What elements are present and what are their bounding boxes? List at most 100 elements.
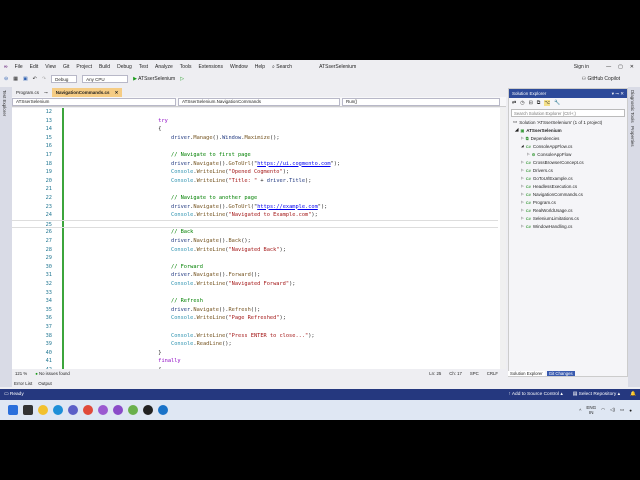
solution-item[interactable]: ▷ C# RealWorldUsage.cs	[509, 206, 627, 214]
undo-icon[interactable]: ↶	[33, 76, 37, 82]
menu-build[interactable]: Build	[99, 64, 110, 70]
start-button[interactable]: ▶ ATSserSelenium	[133, 76, 175, 82]
solution-item[interactable]: ▷ ⧉ Dependencies	[509, 134, 627, 142]
code-line[interactable]: 39 Console.ReadLine();	[12, 340, 498, 349]
add-to-source-control-button[interactable]: ↑ Add to Source Control ▴	[508, 392, 562, 397]
menu-project[interactable]: Project	[76, 64, 92, 70]
configuration-select[interactable]: Debug	[51, 75, 78, 83]
expand-icon[interactable]: ▷	[521, 224, 524, 228]
solution-item[interactable]: ▷ ⚙ ConsoleAppFlow	[509, 150, 627, 158]
copilot-icon[interactable]	[98, 405, 108, 415]
menu-debug[interactable]: Debug	[117, 64, 132, 70]
language-indicator[interactable]: ENG IN	[586, 405, 596, 415]
git-changes-tab[interactable]: Git Changes	[546, 370, 575, 376]
expand-icon[interactable]: ▷	[521, 208, 524, 212]
github-copilot-button[interactable]: ⚇ GitHub Copilot	[582, 76, 620, 82]
solution-item[interactable]: ▷ C# HeadlessExecution.cs	[509, 182, 627, 190]
new-item-icon[interactable]: ▦	[13, 76, 18, 82]
close-button[interactable]: ✕	[630, 64, 634, 70]
project-dropdown[interactable]: ATSserSelenium	[12, 97, 176, 106]
teams-icon[interactable]	[68, 405, 78, 415]
code-line[interactable]: 16	[12, 142, 498, 151]
filter-icon[interactable]: ⌥	[544, 100, 551, 106]
notepad-icon[interactable]	[128, 405, 138, 415]
history-icon[interactable]: ◷	[520, 100, 524, 106]
expand-icon[interactable]: ▷	[521, 184, 524, 188]
properties-tab[interactable]: Properties	[630, 126, 635, 147]
code-line[interactable]: 25	[12, 219, 498, 229]
solution-item[interactable]: ▷ C# NavigationCommands.cs	[509, 190, 627, 198]
menu-git[interactable]: Git	[63, 64, 69, 70]
close-panel-icon[interactable]: ▾ ⊸ ✕	[612, 91, 624, 97]
solution-item[interactable]: ▷ C# CrossBrowserConcept.cs	[509, 158, 627, 166]
code-line[interactable]: 17 // Navigate to first page	[12, 151, 498, 160]
code-line[interactable]: 28 Console.WriteLine("Navigated Back");	[12, 246, 498, 255]
minimize-button[interactable]: —	[606, 64, 611, 70]
solution-item[interactable]: ◢ C# ConsoleAppFlow.cs	[509, 142, 627, 150]
volume-icon[interactable]: ◁)	[610, 407, 615, 413]
expand-icon[interactable]: ▷	[521, 176, 524, 180]
code-line[interactable]: 37	[12, 323, 498, 332]
tab-program-cs[interactable]: Program.cs ⊸	[12, 88, 52, 97]
back-icon[interactable]: ⊖	[4, 76, 8, 82]
code-line[interactable]: 41 finally	[12, 357, 498, 366]
menu-edit[interactable]: Edit	[30, 64, 39, 70]
expand-icon[interactable]: ◢	[521, 144, 524, 148]
menu-file[interactable]: File	[15, 64, 23, 70]
solution-item[interactable]: ▷ C# SeleniumLimitations.cs	[509, 214, 627, 222]
sync-icon[interactable]: ⇄	[512, 100, 516, 106]
search-button[interactable]: ⌕ Search	[272, 64, 292, 70]
diagnostic-tools-tab[interactable]: Diagnostic Tools	[630, 90, 635, 123]
expand-icon[interactable]: ▷	[527, 152, 530, 156]
wifi-icon[interactable]: ◠	[601, 407, 605, 413]
properties-icon[interactable]: 🔧	[554, 100, 560, 106]
test-explorer-tab[interactable]: Test Explorer	[2, 90, 7, 116]
outlook-icon[interactable]	[158, 405, 168, 415]
code-line[interactable]: 40 }	[12, 349, 498, 358]
issues-indicator[interactable]: ● No issues found	[35, 371, 70, 376]
member-dropdown[interactable]: Run()	[342, 97, 500, 106]
code-line[interactable]: 26 // Back	[12, 228, 498, 237]
start-without-debug-icon[interactable]: ▷	[180, 76, 184, 82]
file-explorer-icon[interactable]	[38, 405, 48, 415]
platform-select[interactable]: Any CPU	[82, 75, 129, 83]
show-all-icon[interactable]: ⧉	[537, 100, 541, 106]
code-line[interactable]: 27 driver.Navigate().Back();	[12, 237, 498, 246]
collapse-icon[interactable]: ⊟	[529, 100, 533, 106]
close-tab-icon[interactable]: ✕	[115, 90, 119, 96]
code-line[interactable]: 23 driver.Navigate().GoToUrl("https://ex…	[12, 203, 498, 212]
code-line[interactable]: 24 Console.WriteLine("Navigated to Examp…	[12, 211, 498, 220]
menu-analyze[interactable]: Analyze	[155, 64, 173, 70]
output-tab[interactable]: Output	[38, 381, 52, 386]
code-line[interactable]: 12	[12, 108, 498, 117]
code-line[interactable]: 33	[12, 289, 498, 298]
code-line[interactable]: 30 // Forward	[12, 263, 498, 272]
chrome-icon[interactable]	[83, 405, 93, 415]
solution-item[interactable]: ▷ C# Drivers.cs	[509, 166, 627, 174]
visual-studio-icon[interactable]	[113, 405, 123, 415]
code-line[interactable]: 14 {	[12, 125, 498, 134]
project-node[interactable]: ◢ ▣ ATSserSelenium	[509, 126, 627, 134]
class-dropdown[interactable]: ATSserSelenium.NavigationCommands	[178, 97, 340, 106]
code-line[interactable]: 22 // Navigate to another page	[12, 194, 498, 203]
vertical-scrollbar[interactable]	[500, 108, 506, 369]
solution-node[interactable]: ▭ Solution 'ATSserSelenium' (1 of 1 proje…	[509, 118, 627, 126]
code-editor[interactable]: 12 13 try 14 {15 driver.Manage().Window.Ma…	[12, 108, 506, 369]
maximize-button[interactable]: ▢	[618, 64, 623, 70]
line-ending[interactable]: CRLF	[487, 371, 498, 376]
sign-in-button[interactable]: Sign in	[574, 64, 589, 70]
expand-icon[interactable]: ▷	[521, 216, 524, 220]
code-line[interactable]: 20 Console.WriteLine("Title: " + driver.…	[12, 177, 498, 186]
menu-help[interactable]: Help	[255, 64, 265, 70]
code-line[interactable]: 38 Console.WriteLine("Press ENTER to clo…	[12, 332, 498, 341]
code-line[interactable]: 34 // Refresh	[12, 297, 498, 306]
code-line[interactable]: 13 try	[12, 117, 498, 126]
redo-icon[interactable]: ↷	[42, 76, 46, 82]
edge-icon[interactable]	[53, 405, 63, 415]
expand-icon[interactable]: ▷	[521, 192, 524, 196]
tray-chevron-icon[interactable]: ^	[579, 408, 581, 413]
code-line[interactable]: 18 driver.Navigate().GoToUrl("https://ui…	[12, 160, 498, 169]
app-icon[interactable]	[143, 405, 153, 415]
solution-item[interactable]: ▷ C# Program.cs	[509, 198, 627, 206]
code-line[interactable]: 36 Console.WriteLine("Page Refreshed");	[12, 314, 498, 323]
